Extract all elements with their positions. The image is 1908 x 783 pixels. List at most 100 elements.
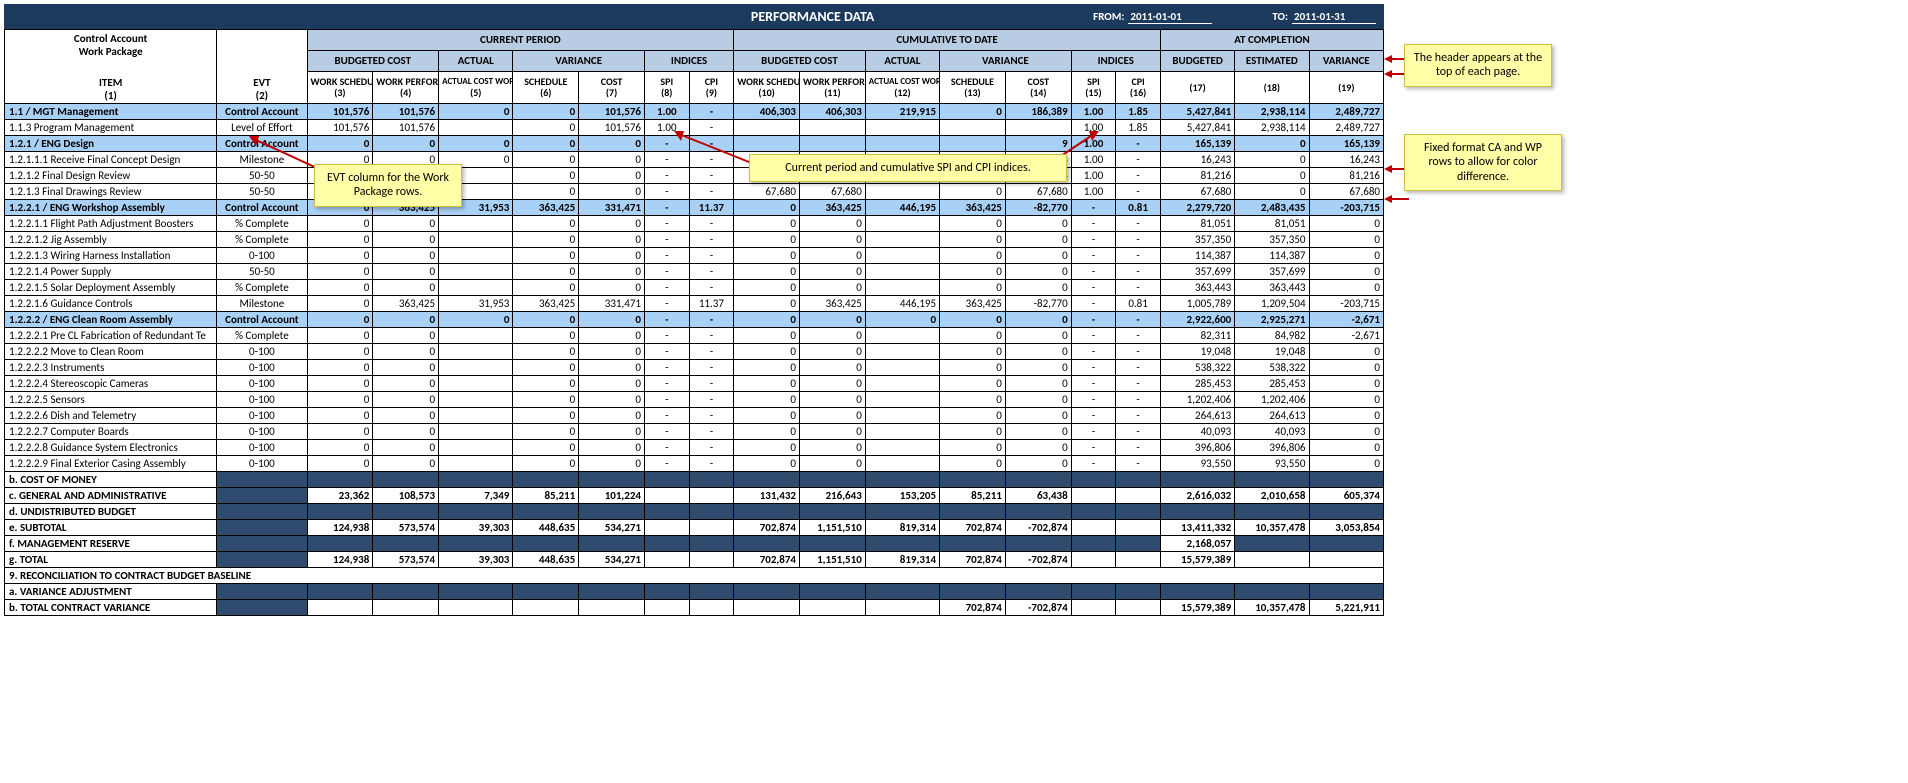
value-cell: 0: [799, 216, 865, 232]
summary-cell: [439, 600, 513, 616]
to-date: 2011-01-31: [1292, 10, 1376, 24]
cur-ac: ACTUAL: [439, 50, 513, 71]
value-cell: 0: [1309, 344, 1383, 360]
value-cell: 0: [799, 248, 865, 264]
value-cell: 0: [579, 312, 645, 328]
summary-cell: [689, 600, 734, 616]
value-cell: [865, 440, 939, 456]
summary-label: 9. RECONCILIATION TO CONTRACT BUDGET BAS…: [5, 568, 1384, 584]
evt-cell: Control Account: [217, 200, 307, 216]
item-cell: 1.2.2.1.2 Jig Assembly: [5, 232, 217, 248]
value-cell: -: [1071, 248, 1116, 264]
value-cell: -: [1071, 280, 1116, 296]
value-cell: 0: [579, 328, 645, 344]
value-cell: -: [1116, 216, 1161, 232]
summary-cell: [439, 536, 513, 552]
summary-cell: [644, 504, 689, 520]
cumulative-header: CUMULATIVE TO DATE: [734, 30, 1161, 51]
value-cell: -: [644, 168, 689, 184]
item-cell: 1.2.1 / ENG Design: [5, 136, 217, 152]
summary-cell: [1071, 552, 1116, 568]
value-cell: 0: [734, 312, 800, 328]
value-cell: -: [1071, 344, 1116, 360]
value-cell: 0: [799, 264, 865, 280]
evt-cell: 0-100: [217, 344, 307, 360]
col14: COST(14): [1005, 71, 1071, 103]
col12: ACTUAL COST WORK PERFORMED(12): [865, 71, 939, 103]
summary-cell: [689, 552, 734, 568]
value-cell: 0: [373, 360, 439, 376]
value-cell: 0: [799, 360, 865, 376]
value-cell: [439, 280, 513, 296]
value-cell: 2,489,727: [1309, 120, 1383, 136]
item-cell: 1.2.2.2 / ENG Clean Room Assembly: [5, 312, 217, 328]
summary-label: a. VARIANCE ADJUSTMENT: [5, 584, 217, 600]
value-cell: [439, 344, 513, 360]
col19: (19): [1309, 71, 1383, 103]
value-cell: 0: [307, 248, 373, 264]
summary-label: e. SUBTOTAL: [5, 520, 217, 536]
value-cell: 0: [1309, 424, 1383, 440]
summary-cell: [689, 504, 734, 520]
value-cell: 219,915: [865, 104, 939, 120]
table-row: 1.1 / MGT ManagementControl Account101,5…: [5, 104, 1384, 120]
value-cell: -: [644, 328, 689, 344]
value-cell: 0: [734, 200, 800, 216]
value-cell: 396,806: [1160, 440, 1234, 456]
value-cell: -: [689, 216, 734, 232]
value-cell: 0: [734, 344, 800, 360]
value-cell: 0: [1005, 360, 1071, 376]
summary-cell: 534,271: [579, 552, 645, 568]
col10: WORK SCHEDULED(10): [734, 71, 800, 103]
value-cell: 1.00: [1071, 104, 1116, 120]
table-row: 1.2.2.2.3 Instruments0-1000000--0000--53…: [5, 360, 1384, 376]
value-cell: 67,680: [799, 184, 865, 200]
summary-cell: 63,438: [1005, 488, 1071, 504]
value-cell: 1,202,406: [1160, 392, 1234, 408]
summary-cell: [644, 488, 689, 504]
summary-row: e. SUBTOTAL124,938573,57439,303448,63553…: [5, 520, 1384, 536]
callout-header: The header appears at the top of each pa…: [1404, 44, 1552, 87]
value-cell: 114,387: [1235, 248, 1309, 264]
value-cell: 93,550: [1235, 456, 1309, 472]
item-cell: 1.2.2.2.3 Instruments: [5, 360, 217, 376]
value-cell: 0: [734, 216, 800, 232]
value-cell: 0: [513, 312, 579, 328]
summary-cell: [644, 552, 689, 568]
value-cell: -: [1071, 216, 1116, 232]
value-cell: -: [689, 232, 734, 248]
value-cell: 0: [579, 152, 645, 168]
table-row: 1.2.2.1.5 Solar Deployment Assembly% Com…: [5, 280, 1384, 296]
value-cell: 2,938,114: [1235, 104, 1309, 120]
value-cell: 0: [439, 312, 513, 328]
summary-cell: 10,357,478: [1235, 520, 1309, 536]
item-cell: 1.2.2.2.5 Sensors: [5, 392, 217, 408]
value-cell: -: [644, 216, 689, 232]
value-cell: 0: [307, 456, 373, 472]
summary-cell: [865, 504, 939, 520]
summary-cell: [799, 584, 865, 600]
item-cell: 1.2.2.1.6 Guidance Controls: [5, 296, 217, 312]
table-row: 1.2.2.1.1 Flight Path Adjustment Booster…: [5, 216, 1384, 232]
value-cell: 81,051: [1160, 216, 1234, 232]
summary-cell: [865, 536, 939, 552]
value-cell: 16,243: [1160, 152, 1234, 168]
evt-cell: Control Account: [217, 312, 307, 328]
value-cell: 264,613: [1160, 408, 1234, 424]
value-cell: 0: [439, 104, 513, 120]
evt-cell: % Complete: [217, 328, 307, 344]
summary-cell: [689, 488, 734, 504]
value-cell: -: [644, 232, 689, 248]
summary-label: c. GENERAL AND ADMINISTRATIVE: [5, 488, 217, 504]
value-cell: -: [1116, 392, 1161, 408]
summary-cell: 2,168,057: [1160, 536, 1234, 552]
value-cell: 0: [1005, 216, 1071, 232]
evt-cell: 50-50: [217, 184, 307, 200]
value-cell: 0: [307, 296, 373, 312]
value-cell: 0: [734, 328, 800, 344]
value-cell: 1.85: [1116, 104, 1161, 120]
value-cell: 0: [940, 392, 1006, 408]
summary-cell: [439, 472, 513, 488]
value-cell: -: [689, 344, 734, 360]
value-cell: 0: [579, 136, 645, 152]
